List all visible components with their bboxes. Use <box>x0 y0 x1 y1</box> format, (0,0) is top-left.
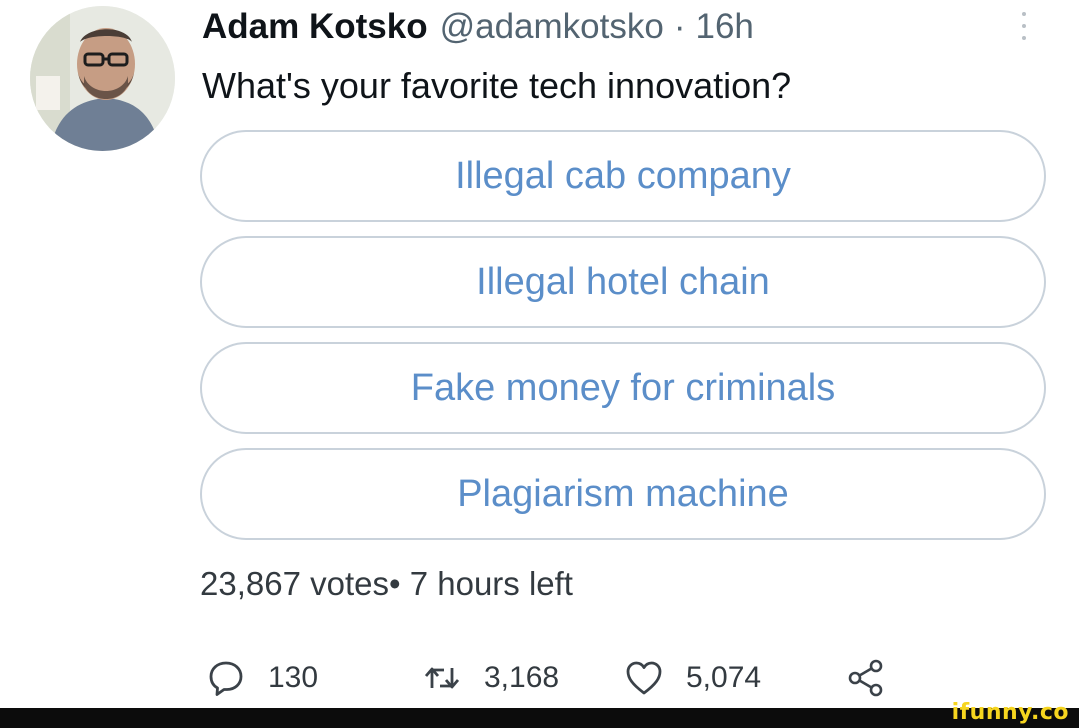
retweet-button[interactable]: 3,168 <box>422 656 559 700</box>
user-handle[interactable]: @adamkotsko <box>440 6 664 48</box>
poll-option-3[interactable]: Fake money for criminals <box>200 342 1046 434</box>
like-button[interactable]: 5,074 <box>624 656 761 700</box>
avatar-image <box>30 6 175 151</box>
heart-icon <box>626 661 662 695</box>
avatar[interactable] <box>30 6 175 151</box>
reply-icon <box>209 661 243 696</box>
reply-button[interactable]: 130 <box>206 656 318 700</box>
watermark-logo: ifunny.co <box>951 700 1069 725</box>
poll-option-1[interactable]: Illegal cab company <box>200 130 1046 222</box>
tweet-actions: 130 3,168 5,074 <box>200 656 920 700</box>
like-count: 5,074 <box>686 661 762 694</box>
tweet-header: Adam Kotsko @adamkotsko · 16h <box>202 6 754 48</box>
poll-meta: 23,867 votes• 7 hours left <box>200 562 573 606</box>
header-separator: · <box>673 7 686 46</box>
tweet-text: What's your favorite tech innovation? <box>202 65 792 106</box>
poll-option-2[interactable]: Illegal hotel chain <box>200 236 1046 328</box>
footer-bar <box>0 708 1079 728</box>
poll-time-left: 7 hours left <box>409 565 573 602</box>
retweet-icon <box>424 667 460 689</box>
tweet-timestamp[interactable]: 16h <box>696 6 754 48</box>
display-name[interactable]: Adam Kotsko <box>202 6 428 48</box>
poll-option-4[interactable]: Plagiarism machine <box>200 448 1046 540</box>
poll-vote-count: 23,867 votes <box>200 565 389 602</box>
poll-meta-separator: • <box>388 565 401 602</box>
share-icon <box>848 659 883 697</box>
reply-count: 130 <box>268 661 319 694</box>
share-button[interactable] <box>846 656 886 700</box>
more-options-icon[interactable] <box>1017 12 1031 40</box>
retweet-count: 3,168 <box>484 661 560 694</box>
